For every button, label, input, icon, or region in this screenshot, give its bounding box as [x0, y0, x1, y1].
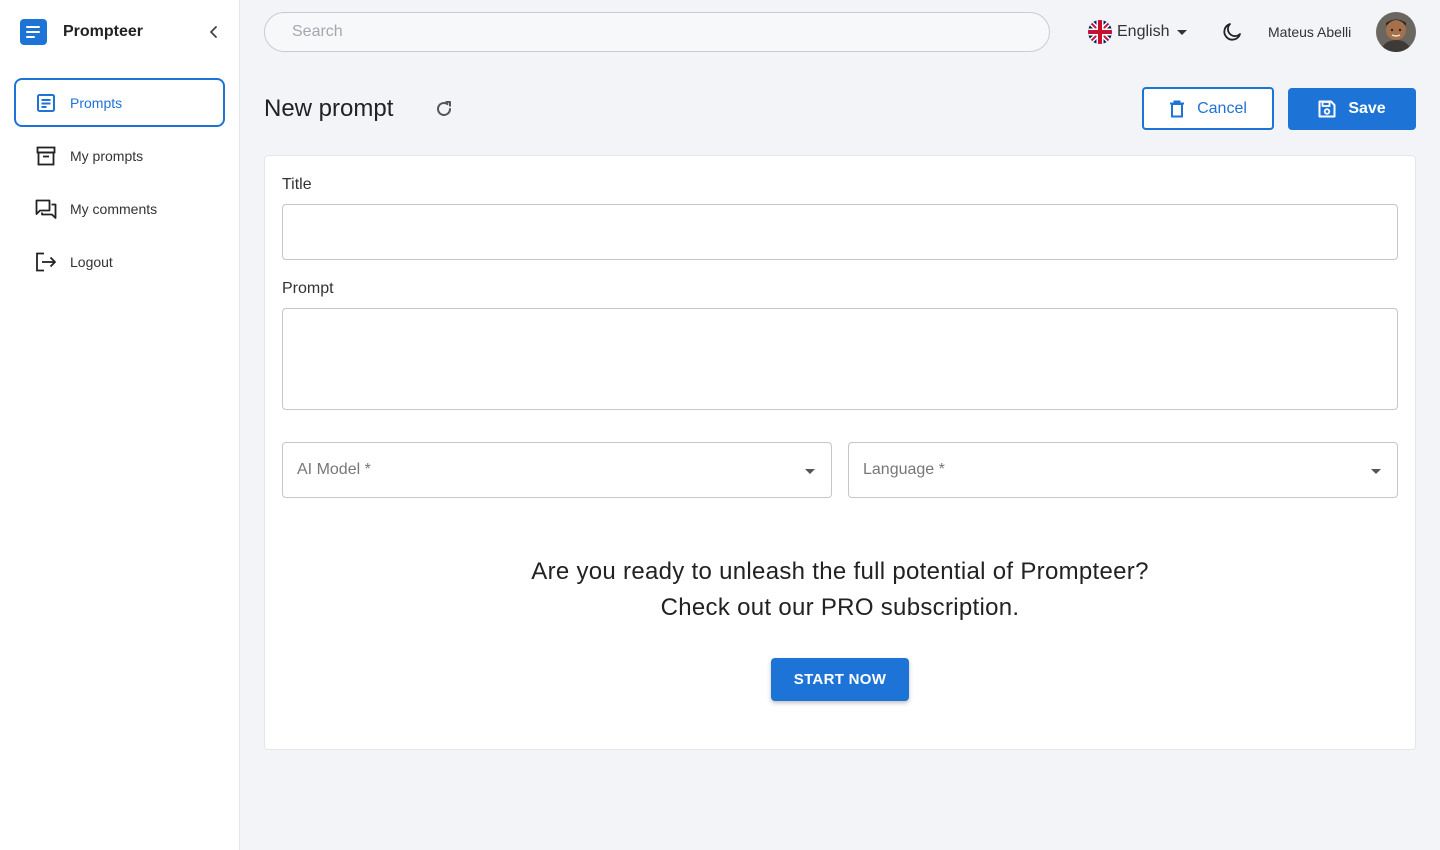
caret-down-icon	[805, 469, 815, 474]
floppy-disk-icon	[1318, 100, 1336, 118]
save-button[interactable]: Save	[1288, 88, 1416, 130]
page-title: New prompt	[264, 95, 394, 122]
cancel-button[interactable]: Cancel	[1142, 87, 1274, 130]
language-label: English	[1117, 23, 1170, 40]
app-name: Prompteer	[63, 23, 144, 40]
language-selector[interactable]: English	[1088, 20, 1188, 44]
moon-icon	[1223, 23, 1241, 41]
user-name: Mateus Abelli	[1268, 24, 1352, 40]
save-label: Save	[1348, 100, 1386, 117]
trash-icon	[1170, 100, 1185, 117]
ai-model-select[interactable]: AI Model *	[282, 442, 832, 498]
archive-icon	[34, 144, 58, 168]
avatar[interactable]	[1376, 12, 1416, 52]
logout-icon	[34, 250, 58, 274]
chevron-left-icon	[210, 26, 217, 38]
collapse-sidebar-button[interactable]	[204, 22, 224, 42]
cancel-label: Cancel	[1197, 99, 1247, 117]
sidebar-item-my-comments[interactable]: My comments	[14, 184, 225, 233]
sidebar-item-label: My prompts	[70, 147, 144, 164]
sidebar-nav: Prompts My prompts My comments Logout	[14, 78, 225, 290]
refresh-icon	[437, 101, 451, 116]
sidebar-item-prompts[interactable]: Prompts	[14, 78, 225, 127]
sidebar-item-label: My comments	[70, 200, 158, 217]
search-input[interactable]	[264, 12, 1050, 52]
theme-toggle-button[interactable]	[1220, 20, 1244, 44]
refresh-button[interactable]	[432, 97, 456, 121]
caret-down-icon	[1371, 469, 1381, 474]
title-input[interactable]	[282, 204, 1398, 260]
sidebar: Prompteer Prompts My prompts My comments	[0, 0, 240, 850]
title-label: Title	[282, 176, 312, 193]
sidebar-item-logout[interactable]: Logout	[14, 237, 225, 286]
language-select-label: Language *	[863, 461, 945, 478]
ai-model-label: AI Model *	[297, 461, 371, 478]
sidebar-item-label: Logout	[70, 253, 113, 270]
new-prompt-form: Title Prompt AI Model * Language * Are y…	[264, 155, 1416, 750]
prompt-label: Prompt	[282, 280, 334, 297]
promo-headline: Are you ready to unleash the full potent…	[531, 558, 1149, 585]
start-now-button[interactable]: START NOW	[771, 658, 909, 701]
document-icon	[34, 91, 58, 115]
sidebar-item-my-prompts[interactable]: My prompts	[14, 131, 225, 180]
prompt-textarea[interactable]	[282, 308, 1398, 410]
caret-down-icon	[1177, 29, 1188, 35]
language-select[interactable]: Language *	[848, 442, 1398, 498]
sidebar-item-label: Prompts	[70, 94, 123, 111]
uk-flag-icon	[1088, 20, 1112, 44]
prompteer-logo-icon	[20, 19, 47, 45]
promo-subline: Check out our PRO subscription.	[660, 594, 1020, 621]
brand[interactable]: Prompteer	[20, 19, 143, 45]
chat-icon	[34, 197, 58, 221]
